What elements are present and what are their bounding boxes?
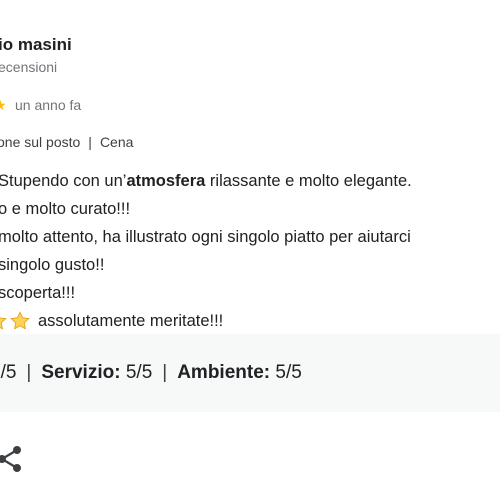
rating-row: ★ un anno fa — [0, 95, 81, 115]
service-rating-value: 5/5 — [125, 362, 153, 383]
review-text-line: assolutamente meritate!!! — [0, 310, 223, 332]
star-emoji-icon — [0, 310, 8, 332]
rating-star-icon: ★ — [0, 96, 7, 113]
aspect-ratings: 5/5 | Servizio: 5/5 | Ambiente: 5/5 — [0, 362, 302, 384]
service-type: one sul posto — [0, 134, 81, 150]
review-text-end: assolutamente meritate!!! — [38, 311, 224, 330]
ratings-separator: | — [26, 362, 32, 383]
review-text-line: singolo gusto!! — [0, 256, 105, 274]
review-text-line: molto attento, ha illustrato ogni singol… — [0, 228, 411, 246]
review-count[interactable]: ecensioni — [0, 59, 57, 75]
review-text-line: o e molto curato!!! — [0, 200, 131, 218]
ambience-rating-value: 5/5 — [275, 362, 302, 383]
service-rating-label: Servizio: — [41, 362, 121, 383]
reviewer-name[interactable]: io masini — [0, 35, 72, 55]
meal-type: Cena — [99, 134, 134, 150]
meta-separator: | — [88, 134, 92, 150]
food-rating-value: 5/5 — [0, 362, 17, 383]
review-text-line: Stupendo con un’atmosfera rilassante e m… — [0, 172, 412, 190]
share-icon[interactable] — [0, 445, 26, 473]
review-text-bold: atmosfera — [126, 172, 206, 190]
ambience-rating-label: Ambiente: — [177, 362, 271, 383]
review-time: un anno fa — [15, 97, 82, 113]
star-emoji-icon — [9, 310, 31, 332]
review-text-line: scoperta!!! — [0, 284, 76, 302]
review-meta: one sul posto | Cena — [0, 134, 133, 150]
ratings-separator: | — [162, 362, 168, 383]
